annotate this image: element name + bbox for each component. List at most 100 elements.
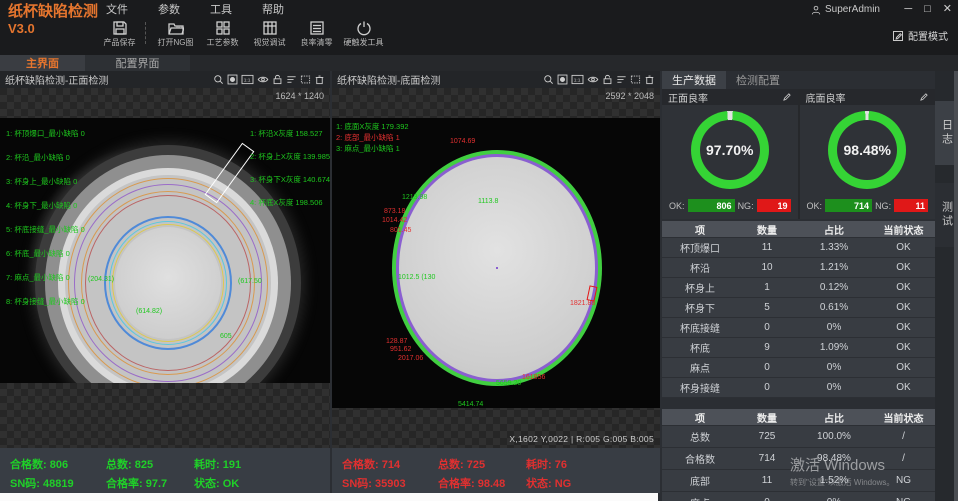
menu-file[interactable]: 文件 xyxy=(106,1,128,17)
annotation-line: 2: 杯身上X灰度 139.985 xyxy=(250,145,330,168)
table-cell: OK xyxy=(872,258,935,277)
table-cell: 杯底接缝 xyxy=(662,318,738,337)
table-cell: 714 xyxy=(738,448,796,469)
table-cell: 0% xyxy=(796,358,872,377)
status-field: 合格率: 97.7 xyxy=(106,475,194,491)
bottom-yield-title: 底面良率 xyxy=(806,90,846,105)
menu-help[interactable]: 帮助 xyxy=(262,1,284,17)
tab-detect-config[interactable]: 检测配置 xyxy=(726,71,790,89)
edit-icon[interactable] xyxy=(919,92,929,102)
status-field: 合格数: 714 xyxy=(342,456,438,472)
yield-reset-icon xyxy=(309,20,325,36)
front-measure-annotations: 1: 杯沿X灰度 158.5272: 杯身上X灰度 139.9853: 杯身下X… xyxy=(250,122,330,214)
table-row: 杯底91.09%OK xyxy=(662,338,935,358)
sort-lines-icon[interactable] xyxy=(286,74,297,85)
measure-label: 1074.69 xyxy=(450,138,475,145)
measure-label: (617.50 xyxy=(238,278,262,285)
minimize-button[interactable]: ─ xyxy=(904,3,912,15)
table-header-cell: 数量 xyxy=(738,221,796,237)
table-cell: OK xyxy=(872,378,935,397)
measure-label: 5414.74 xyxy=(458,401,483,408)
zoom-icon[interactable] xyxy=(213,74,224,85)
menu-tools[interactable]: 工具 xyxy=(210,1,232,17)
zoom-icon[interactable] xyxy=(543,74,554,85)
table-header-row: 项数量占比当前状态 xyxy=(662,409,935,426)
save-icon xyxy=(112,20,128,36)
table-cell: 0% xyxy=(796,378,872,397)
tab-config[interactable]: 配置界面 xyxy=(85,55,190,71)
open-ng-image-button[interactable]: NG 打开NG图 xyxy=(152,20,199,48)
tab-main[interactable]: 主界面 xyxy=(0,55,85,71)
sort-lines-icon[interactable] xyxy=(616,74,627,85)
ng-count-bar: 11 xyxy=(894,199,928,212)
lock-icon[interactable] xyxy=(602,74,613,85)
yield-reset-button[interactable]: 良率清零 xyxy=(293,20,340,48)
power-icon xyxy=(356,20,372,36)
trash-icon[interactable] xyxy=(644,74,655,85)
grid-icon xyxy=(215,20,231,36)
table-cell: OK xyxy=(872,238,935,257)
table-cell: OK xyxy=(872,298,935,317)
table-cell: 725 xyxy=(738,426,796,447)
front-status-bar: 合格数: 806总数: 825耗时: 191SN码: 48819合格率: 97.… xyxy=(0,448,330,493)
data-panel: 生产数据 检测配置 正面良率 97.70% OK: 806 NG: 19 xyxy=(662,71,935,501)
svg-text:1:1: 1:1 xyxy=(574,78,581,84)
table-cell: 5 xyxy=(738,298,796,317)
table-cell: 杯身接缝 xyxy=(662,378,738,397)
main-tabrow: 主界面 配置界面 xyxy=(0,55,958,71)
lock-icon[interactable] xyxy=(272,74,283,85)
tab-production-data[interactable]: 生产数据 xyxy=(662,71,726,89)
save-product-button[interactable]: 产品保存 xyxy=(96,20,143,48)
table-row: 杯身下50.61%OK xyxy=(662,298,935,318)
menubar: 文件 参数 工具 帮助 xyxy=(106,0,284,18)
hard-trigger-button[interactable]: 硬触发工具 xyxy=(340,20,387,48)
status-row: SN码: 48819合格率: 97.7状态: OK xyxy=(10,473,330,492)
front-yield-header: 正面良率 xyxy=(662,89,798,105)
table-cell: OK xyxy=(872,338,935,357)
eye-icon[interactable] xyxy=(257,74,269,85)
right-edge-scrollbar[interactable] xyxy=(954,71,958,501)
bottom-panel-header: 纸杯缺陷检测-底面检测 1:1 xyxy=(332,71,660,88)
one-to-one-icon[interactable]: 1:1 xyxy=(241,74,254,85)
measure-label: 951.62 xyxy=(390,346,411,353)
bottom-yield-value: 98.48% xyxy=(844,142,891,158)
measure-label: 2017.06 xyxy=(398,355,423,362)
process-params-button[interactable]: 工艺参数 xyxy=(199,20,246,48)
fit-view-icon[interactable] xyxy=(557,74,568,85)
front-panel-title: 纸杯缺陷检测-正面检测 xyxy=(5,72,108,87)
status-field: 状态: NG xyxy=(526,475,571,491)
table-cell: 11 xyxy=(738,238,796,257)
svg-text:NG: NG xyxy=(176,24,182,29)
status-field: 耗时: 191 xyxy=(194,456,241,472)
table-cell: 98.48% xyxy=(796,448,872,469)
vision-debug-button[interactable]: 视觉调试 xyxy=(246,20,293,48)
close-button[interactable]: ✕ xyxy=(943,2,952,15)
fit-view-icon[interactable] xyxy=(227,74,238,85)
measure-label: (204.31) xyxy=(88,276,114,283)
totals-table: 项数量占比当前状态总数725100.0%/合格数71498.48%/底部111.… xyxy=(662,409,935,501)
table-cell: 1 xyxy=(738,278,796,297)
front-image-area[interactable]: 1624 * 1240 1: 杯顶爆口_最小缺陷 02: 杯沿_最小缺陷 03:… xyxy=(0,88,330,448)
menu-params[interactable]: 参数 xyxy=(158,1,180,17)
measure-label: 1014.42 xyxy=(382,217,407,224)
table-cell: NG xyxy=(872,492,935,501)
status-field: 总数: 725 xyxy=(438,456,526,472)
one-to-one-icon[interactable]: 1:1 xyxy=(571,74,584,85)
config-mode-button[interactable]: 配置模式 xyxy=(892,28,948,43)
bottom-view-panel: 纸杯缺陷检测-底面检测 1:1 2592 * 2048 1: 底面X灰度 17 xyxy=(332,71,660,493)
maximize-button[interactable]: □ xyxy=(924,3,931,15)
eye-icon[interactable] xyxy=(587,74,599,85)
table-header-cell: 项 xyxy=(662,409,738,425)
window-controls: ─ □ ✕ xyxy=(904,0,952,17)
bottom-image-area[interactable]: 2592 * 2048 1: 底面X灰度 179.3922: 底部_最小缺陷 1… xyxy=(332,88,660,448)
edit-icon[interactable] xyxy=(782,92,792,102)
marquee-icon[interactable] xyxy=(300,74,311,85)
trash-icon[interactable] xyxy=(314,74,325,85)
marquee-icon[interactable] xyxy=(630,74,641,85)
table-cell: 1.33% xyxy=(796,238,872,257)
table-row: 杯底接缝00%OK xyxy=(662,318,935,338)
toolbar: 产品保存 NG 打开NG图 工艺参数 视觉调试 良率清零 硬触发工具 xyxy=(96,20,387,54)
ok-count-bar: 714 xyxy=(825,199,872,212)
user-chip[interactable]: SuperAdmin xyxy=(811,2,880,17)
toolbar-label: 良率清零 xyxy=(301,37,333,48)
